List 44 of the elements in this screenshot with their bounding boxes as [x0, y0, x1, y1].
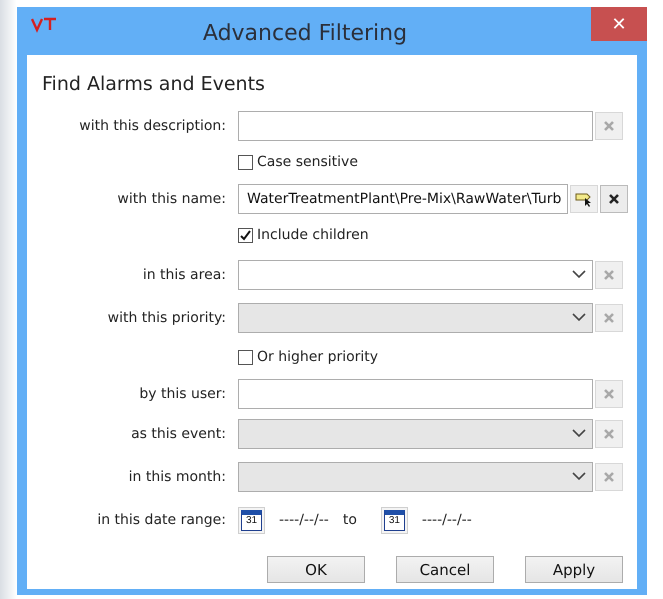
field-label: as this event:: [130, 426, 226, 442]
chevron-down-icon: [572, 429, 586, 438]
clear-icon: [603, 268, 615, 280]
chevron-down-icon: [572, 313, 586, 322]
field-label: with this description:: [78, 118, 226, 134]
text-field[interactable]: [238, 378, 593, 408]
chevron-down-icon: [572, 270, 586, 279]
start-date: ----/--/--: [279, 512, 329, 528]
text-field[interactable]: [238, 110, 593, 140]
calendar-button[interactable]: 31: [380, 506, 408, 534]
range-separator: to: [342, 512, 357, 528]
clear-icon: [603, 312, 615, 324]
logo-icon: [31, 17, 59, 35]
text-field[interactable]: WaterTreatmentPlant\Pre-Mix\RawWater\Turb: [238, 184, 568, 214]
checkbox-label: Or higher priority: [257, 349, 378, 365]
calendar-button[interactable]: 31: [238, 506, 265, 534]
clear-icon: [603, 388, 615, 400]
field-label: with this priority:: [106, 310, 226, 326]
dropdown[interactable]: [238, 260, 593, 290]
chevron-down-icon: [572, 472, 586, 481]
checkbox-label: Include children: [257, 227, 369, 243]
field-label: in this month:: [128, 468, 226, 484]
field-label: by this user:: [138, 386, 226, 402]
clear-icon: [608, 192, 620, 204]
dialog-button[interactable]: OK: [267, 556, 365, 583]
window-title: Advanced Filtering: [202, 21, 408, 46]
checkbox[interactable]: [238, 228, 253, 242]
dialog-button[interactable]: Apply: [525, 556, 623, 583]
checkbox[interactable]: [238, 350, 253, 364]
field-label: in this area:: [142, 266, 226, 282]
dialog-heading: Find Alarms and Events: [42, 73, 266, 95]
clear-button[interactable]: [600, 184, 628, 212]
browse-button[interactable]: [570, 184, 598, 212]
checkbox-label: Case sensitive: [257, 154, 358, 170]
clear-icon: [603, 470, 615, 482]
clear-icon: [603, 428, 615, 440]
field-label: in this date range:: [96, 512, 226, 528]
dialog-button[interactable]: Cancel: [396, 556, 494, 583]
end-date: ----/--/--: [422, 512, 472, 528]
clear-icon: [603, 120, 615, 132]
close-button[interactable]: ✕: [591, 7, 647, 41]
tag-pointer-icon: [575, 190, 594, 206]
field-label: with this name:: [116, 190, 226, 206]
checkbox[interactable]: [238, 154, 253, 170]
